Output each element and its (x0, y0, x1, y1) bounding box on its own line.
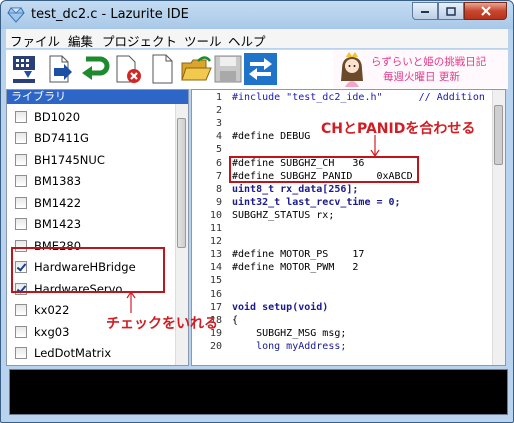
banner-subtitle: 毎週火曜日 更新 (383, 71, 460, 83)
library-checkbox[interactable] (15, 218, 27, 230)
annotation-check-it: チェックをいれる (106, 316, 218, 332)
library-item[interactable]: kx022 (15, 300, 69, 321)
maximize-button[interactable] (438, 2, 464, 20)
library-item-label: kxg03 (34, 324, 70, 339)
library-checkbox[interactable] (15, 325, 27, 338)
line-number: 9 (215, 196, 222, 208)
menu-bar: ファイル 編集 プロジェクト ツール ヘルプ (6, 29, 508, 50)
menu-file[interactable]: ファイル (10, 31, 60, 50)
code-line[interactable]: #define MOTOR_PS 17 (232, 249, 364, 260)
library-item-label: BH1745NUC (34, 152, 105, 167)
import-button[interactable] (44, 53, 76, 85)
code-line[interactable]: long myAddress; (232, 341, 346, 352)
library-checkbox[interactable] (15, 153, 27, 166)
princess-icon (341, 52, 363, 87)
line-number: 15 (209, 275, 222, 287)
blog-banner[interactable]: らずらいと姫の挑戦日記 毎週火曜日 更新 (333, 50, 508, 88)
highlight-checked-libraries-box (11, 247, 165, 293)
code-line[interactable]: SUBGHZ_STATUS rx; (232, 210, 334, 221)
library-item[interactable]: LedDotMatrix (15, 343, 111, 364)
line-number: 13 (209, 249, 222, 261)
library-item-label: kx022 (34, 303, 70, 317)
line-number: 7 (215, 170, 222, 182)
line-number: 6 (215, 157, 222, 169)
annotation-arrow-down-icon (370, 135, 380, 157)
delete-file-button[interactable] (112, 53, 144, 85)
code-line[interactable]: void setup(void) (232, 302, 328, 313)
line-number: 12 (209, 236, 222, 248)
menu-tools[interactable]: ツール (184, 31, 222, 50)
code-line[interactable]: #include "test_dc2_ide.h" // Addition (232, 92, 485, 103)
banner-title: らずらいと姫の挑戦日記 (371, 56, 487, 68)
undo-button[interactable] (78, 53, 110, 85)
minimize-icon (421, 11, 429, 13)
code-line[interactable]: #define MOTOR_PWM 2 (232, 262, 358, 273)
line-number: 16 (209, 288, 222, 300)
library-item[interactable]: BM1383 (15, 171, 81, 192)
close-button[interactable] (464, 2, 507, 20)
new-file-button[interactable] (146, 53, 178, 85)
library-checkbox[interactable] (15, 196, 27, 209)
library-checkbox[interactable] (15, 175, 27, 187)
library-item[interactable]: BM1422 (15, 192, 81, 213)
open-folder-button[interactable] (180, 53, 212, 85)
line-number: 20 (209, 340, 222, 352)
save-button[interactable] (212, 53, 244, 85)
new-project-button[interactable] (10, 53, 42, 85)
annotation-arrow-up-icon (126, 291, 136, 313)
library-checkbox[interactable] (15, 132, 27, 144)
highlight-ch-panid-box (229, 156, 419, 183)
library-item-label: LedDotMatrix (34, 346, 112, 360)
line-number: 10 (209, 209, 222, 221)
minimize-button[interactable] (412, 2, 438, 20)
menu-edit[interactable]: 編集 (68, 31, 93, 50)
line-number: 5 (215, 144, 222, 156)
swap-arrows-icon (249, 58, 272, 80)
library-item[interactable]: BD1020 (15, 106, 80, 127)
library-item[interactable]: BM1423 (15, 214, 81, 235)
build-run-button[interactable] (244, 53, 277, 85)
library-item-label: BM1422 (34, 195, 82, 210)
lazurite-app-icon (7, 7, 25, 23)
code-line[interactable]: uint8_t rx_data[256]; (232, 184, 358, 195)
title-bar[interactable]: test_dc2.c - Lazurite IDE (1, 1, 513, 29)
ide-window: test_dc2.c - Lazurite IDE ファイル 編集 プロジェクト… (0, 0, 514, 423)
library-item[interactable]: kxg03 (15, 321, 69, 342)
editor-scroll-thumb[interactable] (494, 105, 503, 165)
toolbar: らずらいと姫の挑戦日記 毎週火曜日 更新 (6, 49, 508, 89)
library-checkbox[interactable] (15, 304, 27, 316)
library-item-label: BD7411G (34, 131, 89, 145)
maximize-icon (446, 6, 456, 16)
code-line[interactable]: #define DEBUG (232, 131, 310, 142)
library-item[interactable]: LIB GP2Y0E03 (15, 364, 115, 365)
library-item[interactable]: BD7411G (15, 128, 89, 149)
window-title: test_dc2.c - Lazurite IDE (31, 7, 189, 22)
library-checkbox[interactable] (15, 110, 27, 123)
library-header: ライブラリ (7, 90, 188, 104)
code-line[interactable]: uint32_t last_recv_time = 0; (232, 197, 401, 208)
line-number: 2 (215, 105, 222, 117)
line-number: 8 (215, 183, 222, 195)
editor-scrollbar[interactable] (492, 90, 505, 365)
line-number: 14 (209, 262, 222, 274)
close-icon (480, 6, 491, 16)
code-line[interactable]: SUBGHZ_MSG msg; (232, 328, 346, 339)
menu-project[interactable]: プロジェクト (102, 31, 177, 50)
line-number: 11 (209, 223, 222, 234)
output-console[interactable] (9, 369, 508, 415)
library-checkbox[interactable] (15, 347, 27, 359)
library-item[interactable]: BH1745NUC (15, 149, 105, 170)
annotation-ch-panid: CHとPANIDを合わせる (321, 121, 476, 137)
library-item-label: BM1383 (34, 174, 82, 188)
line-number: 17 (209, 301, 222, 313)
library-item-label: BM1423 (34, 217, 82, 231)
line-number: 3 (215, 118, 222, 130)
library-scroll-thumb[interactable] (177, 118, 186, 248)
menu-help[interactable]: ヘルプ (228, 31, 266, 50)
code-line[interactable]: { (232, 315, 238, 326)
library-item-label: BD1020 (34, 109, 81, 124)
line-number: 1 (215, 92, 222, 103)
line-number: 4 (215, 131, 222, 143)
